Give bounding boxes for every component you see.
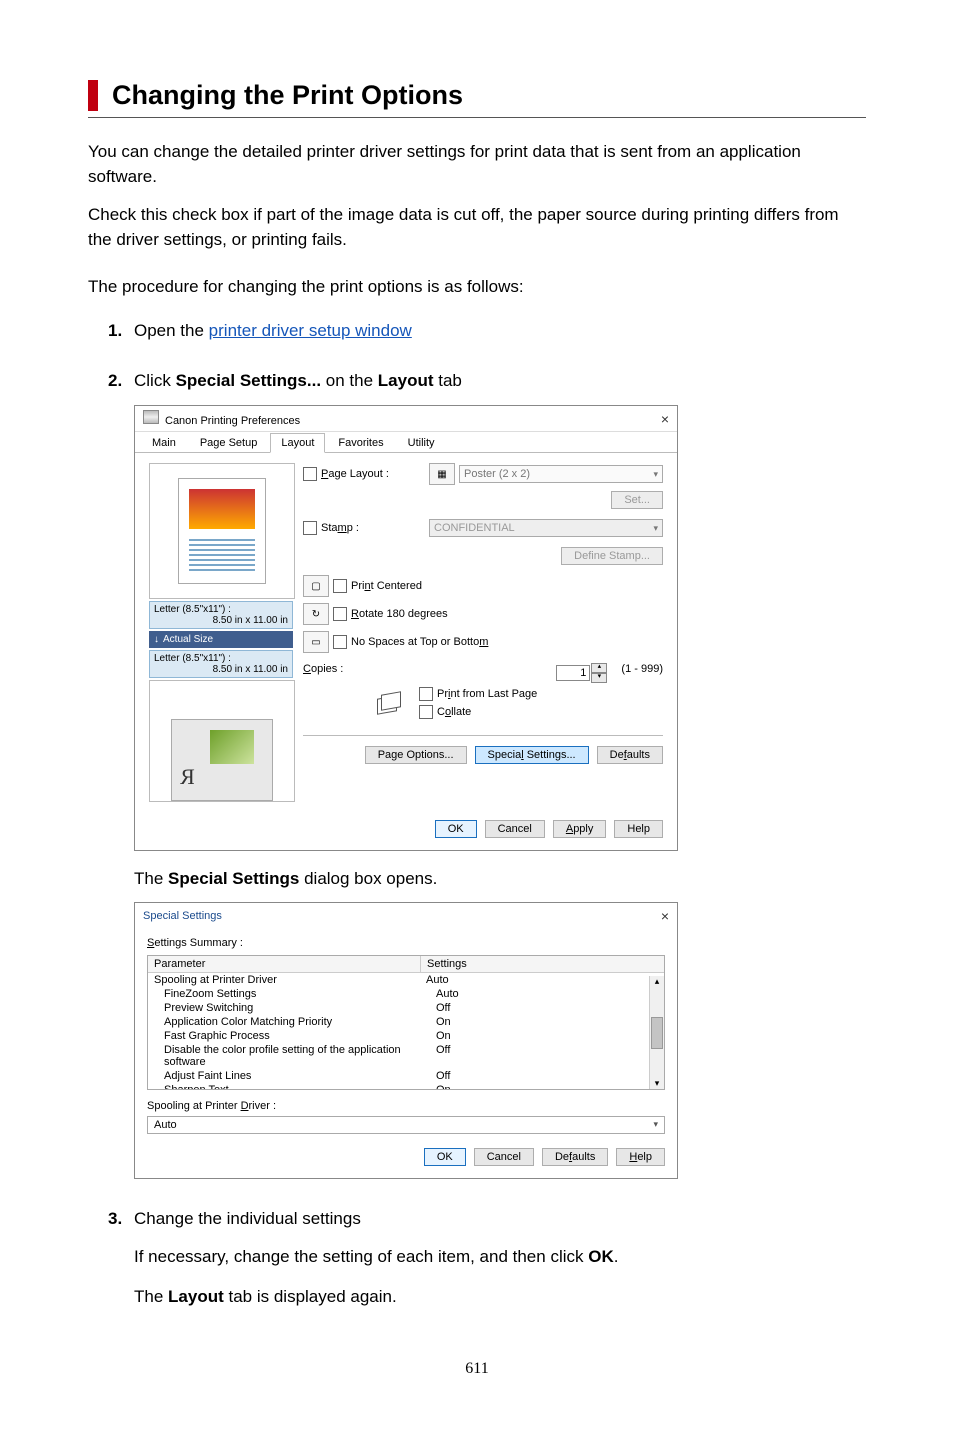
copies-stepper[interactable]: 1 ▴▾ [556, 663, 607, 683]
tab-main[interactable]: Main [141, 433, 187, 453]
page-title: Changing the Print Options [112, 80, 866, 111]
tab-layout[interactable]: Layout [270, 433, 325, 453]
step-2-text: Click Special Settings... on the Layout … [134, 371, 462, 391]
rotate-icon: ↻ [303, 603, 329, 625]
printing-preferences-dialog: Canon Printing Preferences × Main Page S… [134, 405, 678, 851]
col-settings: Settings [421, 956, 664, 972]
stamp-dropdown[interactable]: CONFIDENTIAL▾ [429, 519, 663, 537]
col-parameter: Parameter [148, 956, 421, 972]
scroll-down-icon[interactable]: ▾ [655, 1078, 660, 1089]
apply-button[interactable]: Apply [553, 820, 607, 838]
spin-up-icon[interactable]: ▴ [591, 663, 607, 673]
step-1-text: Open the printer driver setup window [134, 321, 412, 341]
chevron-down-icon: ▾ [653, 469, 658, 480]
dialog1-title: Canon Printing Preferences [143, 410, 300, 427]
step-2-result: The Special Settings dialog box opens. [134, 867, 866, 892]
collate-checkbox[interactable] [419, 705, 433, 719]
step-number-1: 1. [108, 321, 134, 341]
table-row[interactable]: Preview SwitchingOff [148, 1001, 664, 1015]
intro-paragraph-3: The procedure for changing the print opt… [88, 275, 866, 300]
paper-size-info-1: Letter (8.5"x11") : 8.50 in x 11.00 in [149, 601, 293, 629]
ok-button[interactable]: OK [424, 1148, 466, 1166]
table-row[interactable]: Spooling at Printer DriverAuto [148, 973, 664, 987]
stamp-checkbox[interactable] [303, 521, 317, 535]
intro-paragraph-2: Check this check box if part of the imag… [88, 203, 866, 252]
poster-icon: ▦ [429, 463, 455, 485]
collate-label: Collate [437, 706, 471, 718]
page-options-button[interactable]: Page Options... [365, 746, 467, 764]
table-row[interactable]: Fast Graphic ProcessOn [148, 1029, 664, 1043]
printer-icon [143, 410, 159, 424]
title-divider [88, 117, 866, 118]
set-button[interactable]: Set... [611, 491, 663, 509]
stamp-label: Stamp : [321, 522, 425, 534]
copies-range: (1 - 999) [621, 663, 663, 675]
dialog2-title: Special Settings [143, 910, 222, 922]
copies-label: Copies : [303, 663, 343, 675]
step-3-body-1: If necessary, change the setting of each… [134, 1245, 866, 1270]
print-centered-label: Print Centered [351, 580, 422, 592]
detail-setting-label: Spooling at Printer Driver : [147, 1100, 665, 1112]
close-icon[interactable]: × [661, 411, 669, 427]
down-arrow-icon: ↓ [154, 634, 159, 645]
special-settings-button[interactable]: Special Settings... [475, 746, 589, 764]
define-stamp-button[interactable]: Define Stamp... [561, 547, 663, 565]
page-layout-checkbox[interactable] [303, 467, 317, 481]
no-spaces-label: No Spaces at Top or Bottom [351, 636, 488, 648]
print-from-last-page-checkbox[interactable] [419, 687, 433, 701]
step-number-2: 2. [108, 371, 134, 391]
step-number-3: 3. [108, 1209, 134, 1229]
scrollbar[interactable]: ▴ ▾ [649, 976, 664, 1089]
scroll-up-icon[interactable]: ▴ [655, 976, 660, 987]
intro-paragraph-1: You can change the detailed printer driv… [88, 140, 866, 189]
settings-summary-label: Settings Summary : [147, 937, 665, 949]
printer-driver-setup-link[interactable]: printer driver setup window [209, 321, 412, 340]
defaults-button[interactable]: Defaults [597, 746, 663, 764]
print-from-last-page-label: Print from Last Page [437, 688, 537, 700]
defaults-button[interactable]: Defaults [542, 1148, 608, 1166]
layout-preview [149, 463, 295, 599]
centered-icon: ▢ [303, 575, 329, 597]
tab-utility[interactable]: Utility [397, 433, 446, 453]
chevron-down-icon: ▾ [653, 1119, 658, 1130]
rotate-180-checkbox[interactable] [333, 607, 347, 621]
help-button[interactable]: Help [616, 1148, 665, 1166]
print-centered-checkbox[interactable] [333, 579, 347, 593]
page-number: 611 [88, 1360, 866, 1378]
no-spaces-icon: ▭ [303, 631, 329, 653]
collate-icon [375, 687, 405, 717]
help-button[interactable]: Help [614, 820, 663, 838]
rotate-180-label: Rotate 180 degrees [351, 608, 448, 620]
scroll-thumb[interactable] [651, 1017, 663, 1049]
page-layout-dropdown[interactable]: Poster (2 x 2)▾ [459, 465, 663, 483]
table-row[interactable]: Sharpen TextOn [148, 1083, 664, 1089]
step-3-text: Change the individual settings [134, 1209, 361, 1229]
tabs-bar: Main Page Setup Layout Favorites Utility [135, 432, 677, 453]
settings-summary-table: Parameter Settings Spooling at Printer D… [147, 955, 665, 1090]
table-row[interactable]: FineZoom SettingsAuto [148, 987, 664, 1001]
spin-down-icon[interactable]: ▾ [591, 673, 607, 683]
detail-setting-dropdown[interactable]: Auto▾ [147, 1116, 665, 1134]
paper-size-info-2: Letter (8.5"x11") : 8.50 in x 11.00 in [149, 650, 293, 678]
special-settings-dialog: Special Settings × Settings Summary : Pa… [134, 902, 678, 1179]
ok-button[interactable]: OK [435, 820, 477, 838]
tab-page-setup[interactable]: Page Setup [189, 433, 269, 453]
step-3-body-2: The Layout tab is displayed again. [134, 1285, 866, 1310]
orientation-preview: R [149, 680, 295, 802]
table-row[interactable]: Application Color Matching PriorityOn [148, 1015, 664, 1029]
close-icon[interactable]: × [661, 908, 669, 924]
chevron-down-icon: ▾ [653, 523, 658, 534]
no-spaces-checkbox[interactable] [333, 635, 347, 649]
page-layout-label: Page Layout : [321, 468, 425, 480]
cancel-button[interactable]: Cancel [485, 820, 545, 838]
actual-size-badge: ↓Actual Size [149, 631, 293, 648]
cancel-button[interactable]: Cancel [474, 1148, 534, 1166]
tab-favorites[interactable]: Favorites [327, 433, 394, 453]
table-row[interactable]: Adjust Faint LinesOff [148, 1069, 664, 1083]
table-row[interactable]: Disable the color profile setting of the… [148, 1043, 664, 1069]
